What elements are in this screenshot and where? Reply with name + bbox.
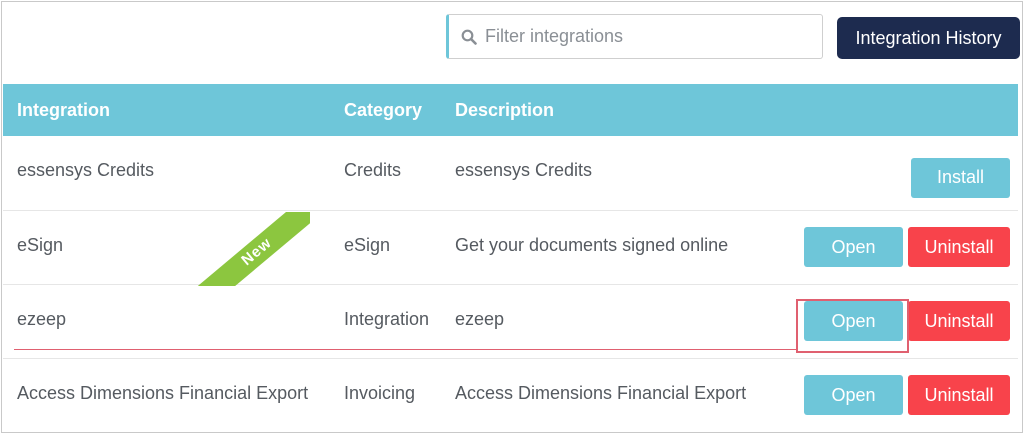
annotation-highlight-box [796,299,909,353]
cell-integration: essensys Credits [3,136,330,211]
filter-integrations-input[interactable] [485,26,805,47]
filter-search-box[interactable] [446,14,823,59]
cell-description: Get your documents signed online [441,210,786,285]
column-header-description[interactable]: Description [441,84,786,136]
table-row: Access Dimensions Financial Export Invoi… [3,358,1018,432]
table-row: eSign eSign Get your documents signed on… [3,210,1018,285]
cell-category: eSign [330,210,441,285]
cell-category: Integration [330,284,441,359]
open-button[interactable]: Open [804,375,903,416]
open-button[interactable]: Open [804,227,903,267]
table-row: essensys Credits Credits essensys Credit… [3,136,1018,211]
cell-integration: eSign [3,210,330,285]
table-header-row: Integration Category Description [3,84,1018,136]
column-header-actions [786,84,1018,136]
cell-integration: ezeep [3,284,330,359]
cell-integration: Access Dimensions Financial Export [17,382,309,403]
cell-description: ezeep [441,284,786,359]
cell-actions: Install [786,136,1018,211]
search-icon [461,29,477,45]
uninstall-button[interactable]: Uninstall [908,375,1010,416]
cell-category: Credits [330,136,441,211]
column-header-category[interactable]: Category [330,84,441,136]
cell-category: Invoicing [344,382,416,403]
cell-description: essensys Credits [441,136,786,211]
cell-actions: Open Uninstall [786,210,1018,285]
annotation-underline [14,349,798,350]
toolbar: Integration History [2,2,1022,82]
cell-description: Access Dimensions Financial Export [455,382,747,403]
cell-actions: Open Uninstall [786,358,1018,432]
uninstall-button[interactable]: Uninstall [908,301,1010,341]
integration-history-button[interactable]: Integration History [837,17,1020,59]
install-button[interactable]: Install [911,157,1010,198]
integrations-table: Integration Category Description essensy… [3,84,1018,432]
column-header-integration[interactable]: Integration [3,84,330,136]
uninstall-button[interactable]: Uninstall [908,227,1010,267]
